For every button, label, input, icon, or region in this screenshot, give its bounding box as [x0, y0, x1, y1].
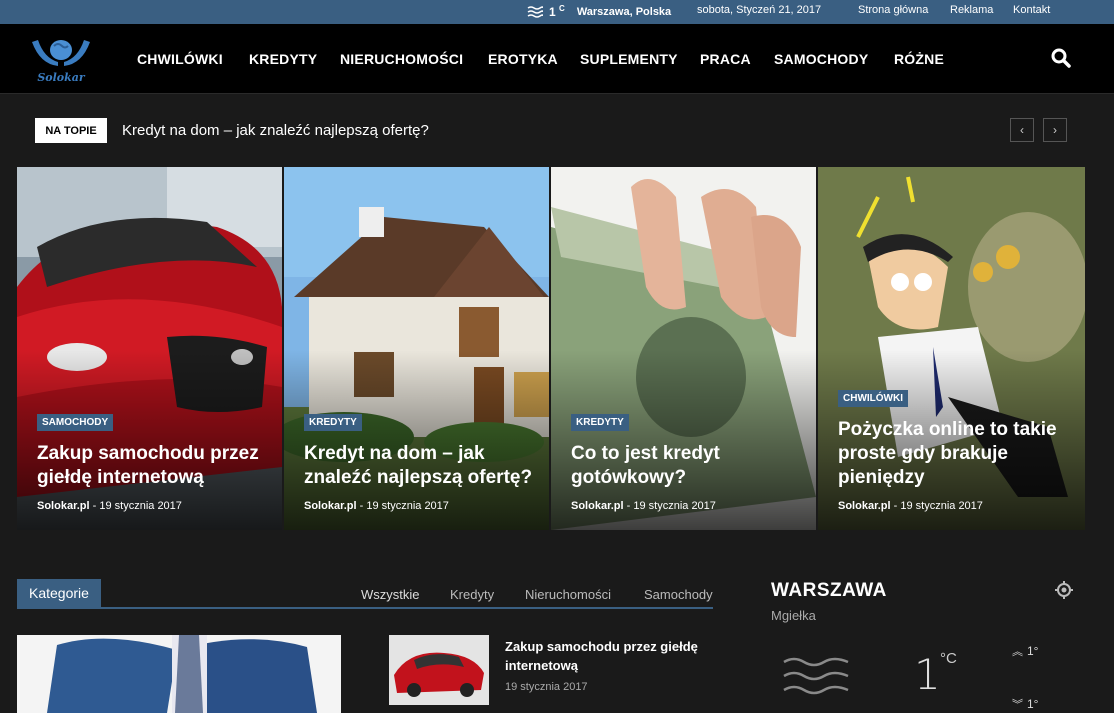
featured-title[interactable]: Zakup samochodu przez giełdę internetową	[37, 442, 277, 490]
featured-meta: Solokar.pl - 19 stycznia 2017	[37, 500, 182, 512]
businessman-image	[17, 635, 341, 713]
post-thumbnail[interactable]	[389, 635, 489, 705]
weather-unit: °C	[940, 650, 957, 667]
weather-high: ︽ 1°	[1012, 644, 1039, 658]
weather-condition: Mgiełka	[771, 608, 816, 623]
featured-meta: Solokar.pl - 19 stycznia 2017	[304, 500, 449, 512]
post-thumbnail-large[interactable]	[17, 635, 341, 713]
weather-temp: 1	[914, 650, 941, 699]
post-date: 19 stycznia 2017	[505, 681, 588, 693]
chevron-left-icon: ‹	[1020, 123, 1024, 137]
location-target-icon	[1055, 581, 1073, 599]
author-name[interactable]: Solokar.pl	[571, 500, 624, 512]
nav-item-suplementy[interactable]: SUPLEMENTY	[580, 51, 678, 67]
featured-meta: Solokar.pl - 19 stycznia 2017	[571, 500, 716, 512]
topbar-weather: 1 C Warszawa, Polska	[527, 4, 671, 19]
featured-title[interactable]: Co to jest kredyt gotówkowy?	[571, 442, 771, 490]
category-badge[interactable]: KREDYTY	[304, 414, 362, 431]
author-name[interactable]: Solokar.pl	[304, 500, 357, 512]
tab-all[interactable]: Wszystkie	[361, 587, 420, 602]
featured-title[interactable]: Kredyt na dom – jak znaleźć najlepszą of…	[304, 442, 534, 490]
featured-title[interactable]: Pożyczka online to takie proste gdy brak…	[838, 418, 1073, 490]
fog-large-icon	[782, 656, 850, 703]
tab-samochody[interactable]: Samochody	[644, 587, 713, 602]
featured-meta: Solokar.pl - 19 stycznia 2017	[838, 500, 983, 512]
topbar-date: sobota, Styczeń 21, 2017	[697, 4, 822, 16]
search-button[interactable]	[1051, 48, 1073, 70]
site-logo[interactable]: Solokar	[28, 34, 98, 86]
author-name[interactable]: Solokar.pl	[838, 500, 891, 512]
post-date: 19 stycznia 2017	[366, 500, 449, 512]
post-date: 19 stycznia 2017	[633, 500, 716, 512]
ticker-prev-button[interactable]: ‹	[1010, 118, 1034, 142]
trending-ticker: NA TOPIE Kredyt na dom – jak znaleźć naj…	[0, 94, 1114, 167]
nav-item-praca[interactable]: PRACA	[700, 51, 751, 67]
post-title[interactable]: Zakup samochodu przez giełdę internetową	[505, 637, 725, 675]
category-badge[interactable]: SAMOCHODY	[37, 414, 114, 431]
search-icon	[1051, 48, 1071, 68]
chevron-double-up-icon: ︽	[1012, 646, 1023, 658]
featured-post[interactable]: KREDYTY Kredyt na dom – jak znaleźć najl…	[284, 167, 549, 530]
post-date: 19 stycznia 2017	[99, 500, 182, 512]
trending-badge: NA TOPIE	[35, 118, 107, 143]
author-name[interactable]: Solokar.pl	[37, 500, 90, 512]
post-date: 19 stycznia 2017	[900, 500, 983, 512]
nav-item-nieruchomosci[interactable]: NIERUCHOMOŚCI	[340, 51, 463, 67]
categories-label: Kategorie	[17, 579, 101, 607]
tab-kredyty[interactable]: Kredyty	[450, 587, 494, 602]
top-bar: 1 C Warszawa, Polska sobota, Styczeń 21,…	[0, 0, 1114, 24]
topbar-city: Warszawa, Polska	[576, 5, 672, 18]
featured-post[interactable]: KREDYTY Co to jest kredyt gotówkowy? Sol…	[551, 167, 816, 530]
nav-item-chwilowki[interactable]: CHWILÓWKI	[137, 51, 223, 67]
weather-city: WARSZAWA	[771, 580, 887, 601]
categories-block-header: Kategorie Wszystkie Kredyty Nieruchomośc…	[17, 579, 713, 609]
car-thumbnail-image	[389, 635, 489, 705]
hands-globe-icon	[32, 40, 90, 66]
topbar-link-home[interactable]: Strona główna	[858, 4, 928, 16]
location-button[interactable]	[1055, 581, 1073, 604]
nav-item-rozne[interactable]: RÓŻNE	[894, 51, 944, 67]
ticker-next-button[interactable]: ›	[1043, 118, 1067, 142]
weather-low: ︾ 1°	[1012, 697, 1039, 711]
nav-item-kredyty[interactable]: KREDYTY	[249, 51, 317, 67]
fog-icon	[527, 5, 543, 18]
topbar-link-contact[interactable]: Kontakt	[1013, 4, 1050, 16]
category-badge[interactable]: CHWILÓWKI	[838, 390, 908, 407]
logo-text: Solokar	[37, 71, 85, 84]
nav-item-erotyka[interactable]: EROTYKA	[488, 51, 558, 67]
topbar-temp: 1 C	[549, 4, 565, 19]
weather-widget: WARSZAWA Mgiełka	[771, 580, 887, 623]
topbar-link-ads[interactable]: Reklama	[950, 4, 993, 16]
nav-item-samochody[interactable]: SAMOCHODY	[774, 51, 868, 67]
trending-headline[interactable]: Kredyt na dom – jak znaleźć najlepszą of…	[122, 122, 429, 139]
featured-post[interactable]: CHWILÓWKI Pożyczka online to takie prost…	[818, 167, 1085, 530]
category-badge[interactable]: KREDYTY	[571, 414, 629, 431]
main-header: Solokar CHWILÓWKI KREDYTY NIERUCHOMOŚCI …	[0, 24, 1114, 94]
tab-nieruchomosci[interactable]: Nieruchomości	[525, 587, 611, 602]
featured-post[interactable]: SAMOCHODY Zakup samochodu przez giełdę i…	[17, 167, 282, 530]
chevron-right-icon: ›	[1053, 123, 1057, 137]
chevron-double-down-icon: ︾	[1012, 699, 1023, 711]
